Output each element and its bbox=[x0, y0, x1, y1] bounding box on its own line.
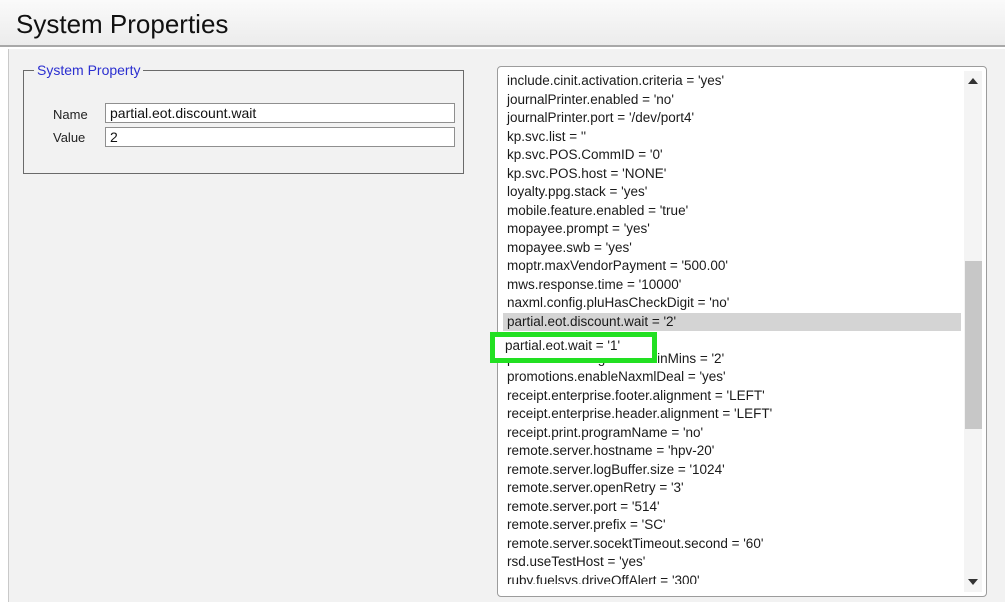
name-field[interactable] bbox=[105, 103, 455, 123]
list-item[interactable]: kp.svc.POS.CommID = '0' bbox=[503, 146, 961, 165]
list-item[interactable]: mws.response.time = '10000' bbox=[503, 276, 961, 295]
list-item[interactable]: journalPrinter.enabled = 'no' bbox=[503, 91, 961, 110]
scroll-thumb[interactable] bbox=[965, 261, 982, 429]
list-item[interactable]: mopayee.swb = 'yes' bbox=[503, 239, 961, 258]
window-title: System Properties bbox=[16, 9, 229, 39]
list-item[interactable]: loyalty.ppg.stack = 'yes' bbox=[503, 183, 961, 202]
value-label: Value bbox=[53, 130, 86, 145]
list-item[interactable]: kp.svc.POS.host = 'NONE' bbox=[503, 165, 961, 184]
list-item[interactable]: remote.server.logBuffer.size = '1024' bbox=[503, 461, 961, 480]
list-item[interactable]: receipt.enterprise.footer.alignment = 'L… bbox=[503, 387, 961, 406]
list-item[interactable]: include.cinit.activation.criteria = 'yes… bbox=[503, 72, 961, 91]
list-item[interactable]: journalPrinter.port = '/dev/port4' bbox=[503, 109, 961, 128]
chevron-up-icon[interactable] bbox=[968, 78, 978, 84]
list-item[interactable]: rsd.useTestHost = 'yes' bbox=[503, 553, 961, 572]
list-item[interactable]: promotions.enableNaxmlDeal = 'yes' bbox=[503, 368, 961, 387]
name-label: Name bbox=[53, 107, 88, 122]
list-item[interactable]: remote.server.prefix = 'SC' bbox=[503, 516, 961, 535]
title-bar: System Properties bbox=[0, 0, 1005, 47]
value-field[interactable] bbox=[105, 127, 455, 147]
chevron-down-icon[interactable] bbox=[968, 579, 978, 585]
highlighted-item-label[interactable]: partial.eot.wait = '1' bbox=[505, 338, 620, 353]
list-item[interactable]: remote.server.openRetry = '3' bbox=[503, 479, 961, 498]
list-item[interactable]: partial.eot.discount.wait = '2' bbox=[503, 312, 961, 331]
list-item[interactable]: mopayee.prompt = 'yes' bbox=[503, 220, 961, 239]
property-list[interactable]: include.cinit.activation.criteria = 'yes… bbox=[503, 72, 961, 584]
list-item[interactable]: ruby.fuelsys.driveOffAlert = '300' bbox=[503, 572, 961, 584]
list-item[interactable]: remote.server.socektTimeout.second = '60… bbox=[503, 535, 961, 554]
vertical-scrollbar[interactable] bbox=[964, 71, 982, 592]
list-item[interactable]: remote.server.hostname = 'hpv-20' bbox=[503, 442, 961, 461]
list-item[interactable]: moptr.maxVendorPayment = '500.00' bbox=[503, 257, 961, 276]
list-item[interactable]: receipt.print.programName = 'no' bbox=[503, 424, 961, 443]
system-property-legend: System Property bbox=[37, 62, 141, 78]
list-item[interactable]: receipt.enterprise.header.alignment = 'L… bbox=[503, 405, 961, 424]
content-panel: System Property Name Value include.cinit… bbox=[8, 49, 1005, 602]
list-item[interactable]: remote.server.port = '514' bbox=[503, 498, 961, 517]
list-item[interactable]: naxml.config.pluHasCheckDigit = 'no' bbox=[503, 294, 961, 313]
list-item[interactable]: mobile.feature.enabled = 'true' bbox=[503, 202, 961, 221]
list-item[interactable]: kp.svc.list = '' bbox=[503, 128, 961, 147]
